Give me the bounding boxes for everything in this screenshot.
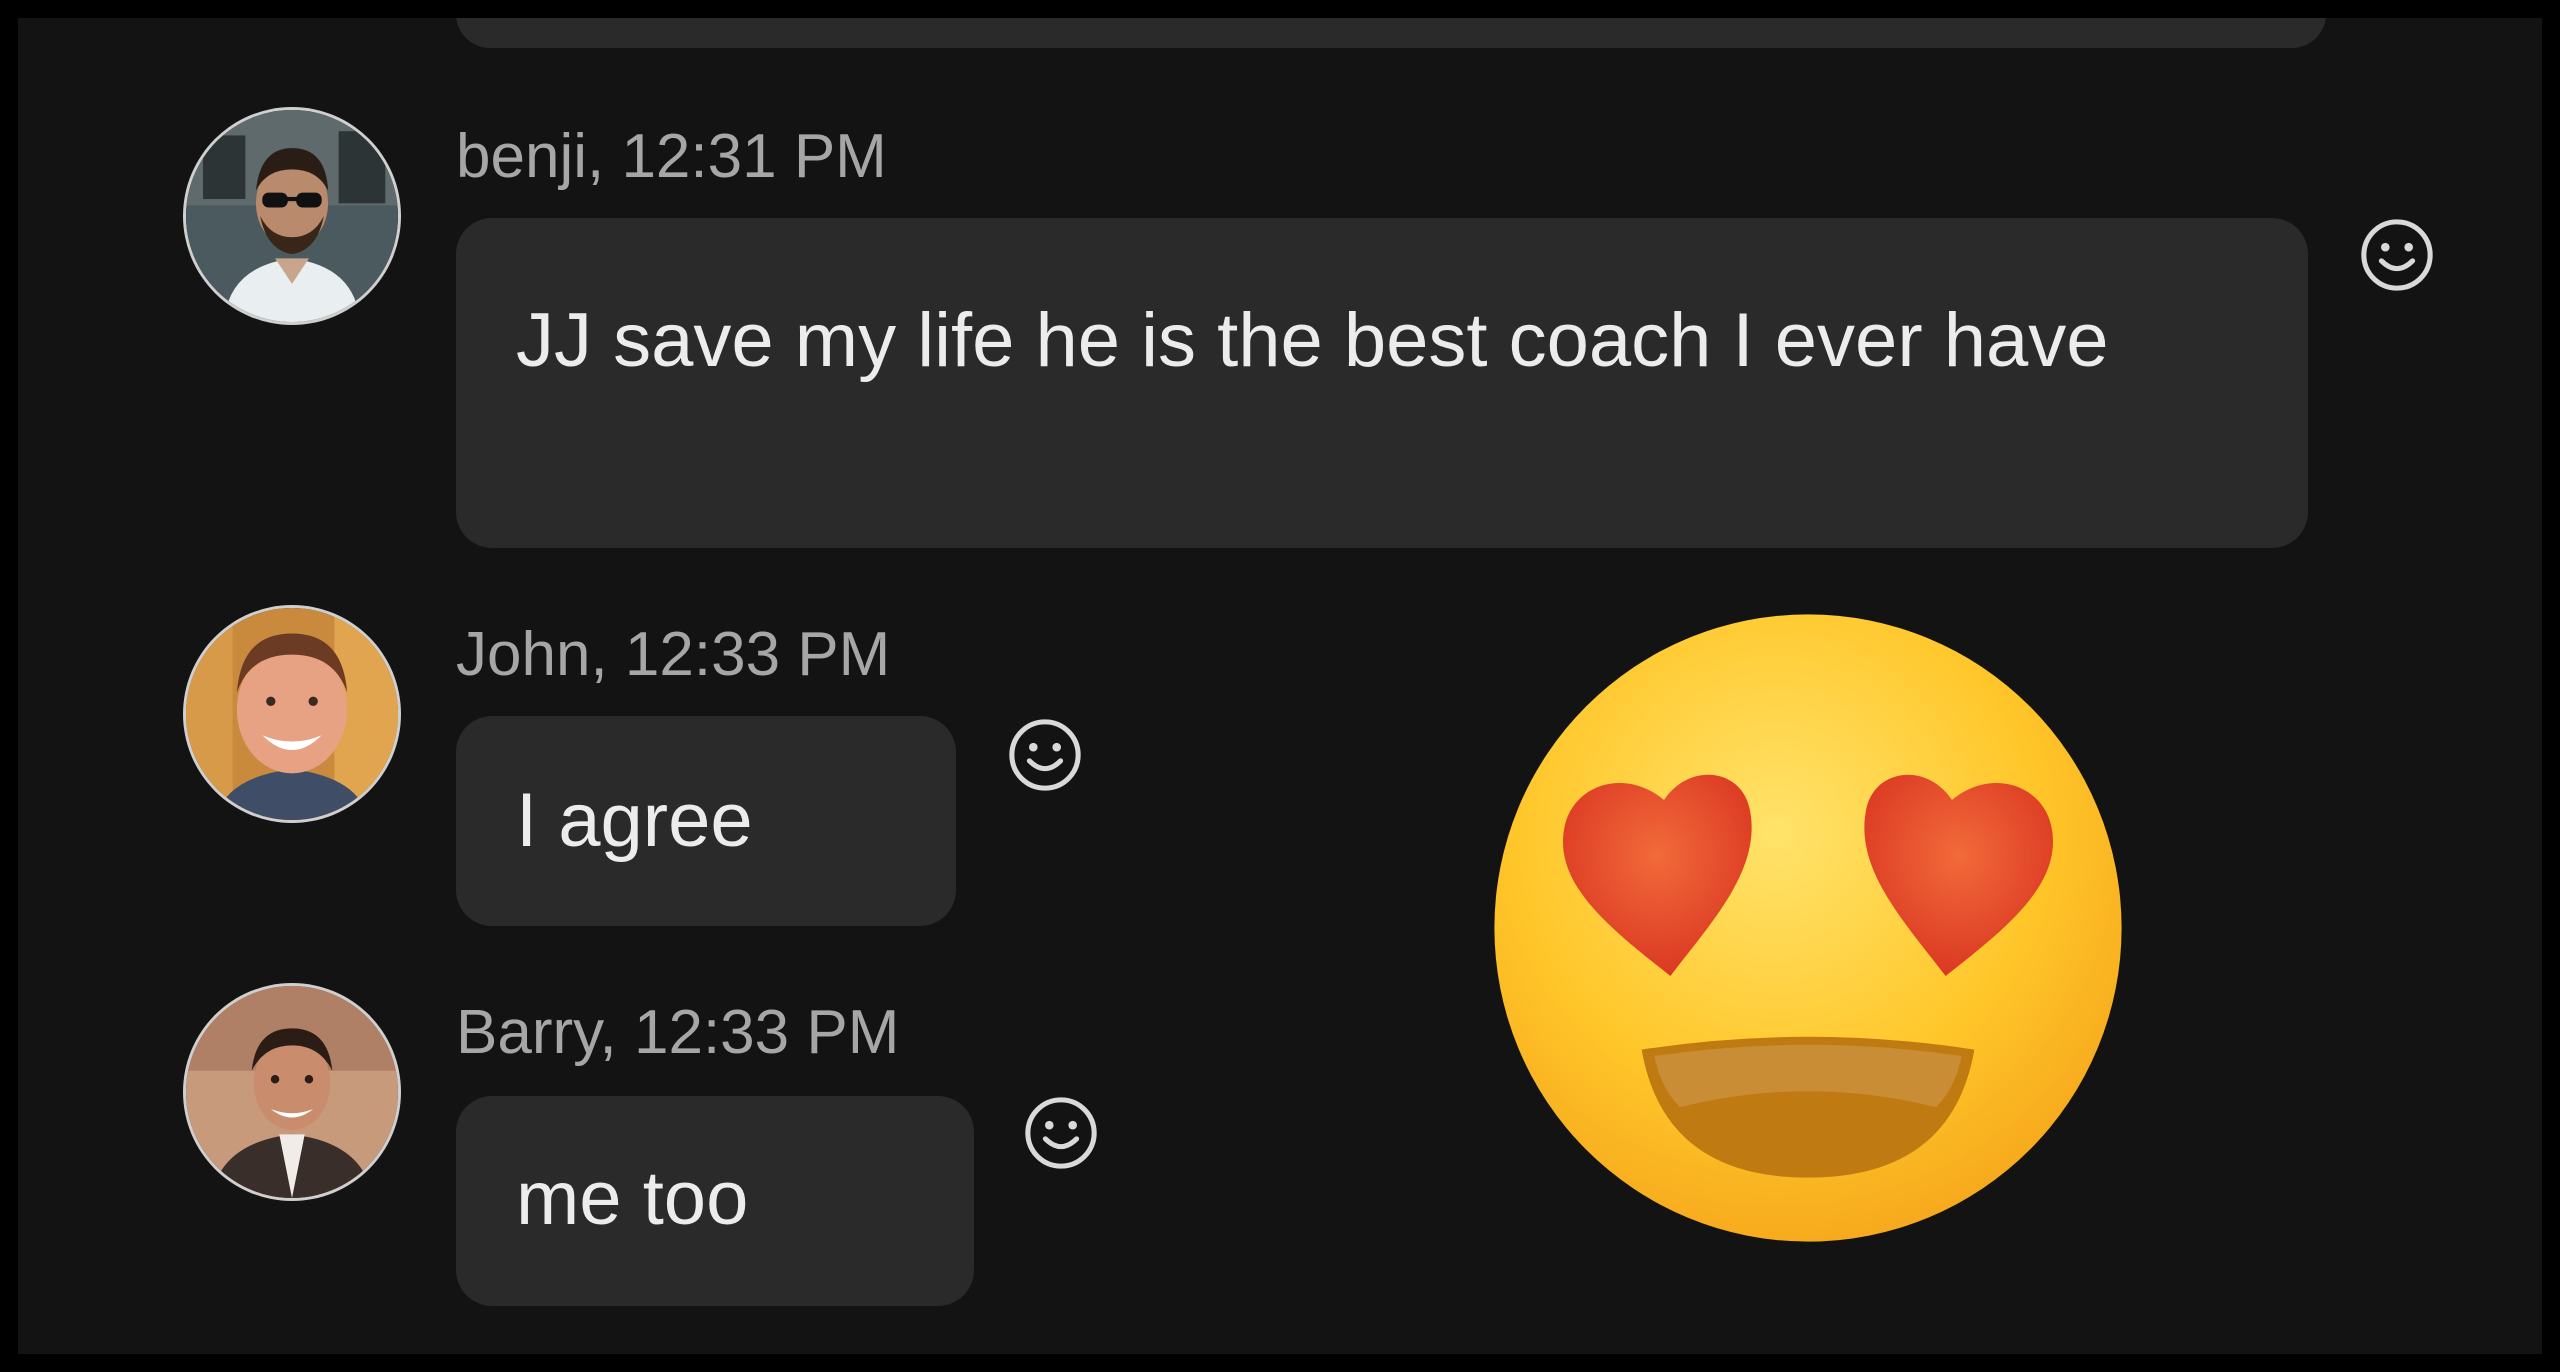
message-text: I agree (516, 778, 753, 863)
smiley-react-icon[interactable] (1022, 1094, 1100, 1172)
message-text: me too (516, 1156, 749, 1241)
previous-message-bubble[interactable] (456, 18, 2326, 48)
avatar-barry-image (186, 986, 398, 1198)
message-bubble[interactable]: JJ save my life he is the best coach I e… (456, 218, 2308, 548)
avatar-benji[interactable] (186, 110, 398, 322)
avatar-barry[interactable] (186, 986, 398, 1198)
heart-eyes-emoji-icon (1488, 608, 2128, 1248)
message-header: Barry, 12:33 PM (456, 998, 900, 1067)
avatar-john-image (186, 608, 398, 820)
message-header: John, 12:33 PM (456, 620, 891, 689)
chat-panel: benji, 12:31 PM JJ save my life he is th… (18, 18, 2542, 1354)
message-header: benji, 12:31 PM (456, 122, 887, 191)
message-bubble[interactable]: me too (456, 1096, 974, 1306)
smiley-react-icon[interactable] (2358, 216, 2436, 294)
avatar-benji-image (186, 110, 398, 322)
message-text: JJ save my life he is the best coach I e… (516, 298, 2109, 383)
avatar-john[interactable] (186, 608, 398, 820)
smiley-react-icon[interactable] (1006, 716, 1084, 794)
message-bubble[interactable]: I agree (456, 716, 956, 926)
